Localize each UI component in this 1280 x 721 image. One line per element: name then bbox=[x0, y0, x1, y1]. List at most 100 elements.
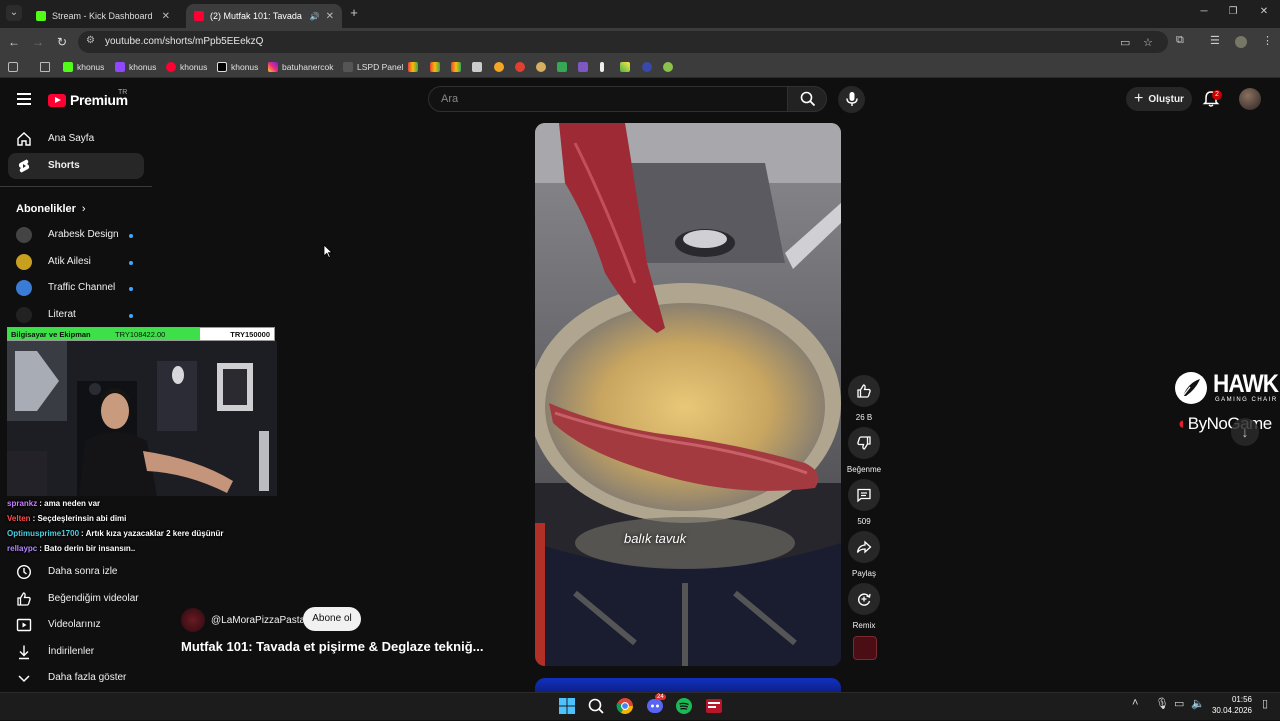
speaker-icon[interactable]: 🔊 bbox=[310, 12, 320, 21]
chat-text: : ama neden var bbox=[39, 499, 101, 508]
chat-message: Velten: Seçdeşlerinsin abi dimi bbox=[7, 514, 126, 523]
menu-kebab-icon[interactable]: ⋮ bbox=[1262, 34, 1273, 47]
sidebar-item-liked-videos[interactable]: Beğendiğim videolar bbox=[8, 586, 144, 612]
start-menu-icon[interactable] bbox=[557, 696, 577, 716]
close-tab-icon[interactable]: ✕ bbox=[326, 11, 334, 22]
gmail-icon[interactable] bbox=[451, 60, 461, 74]
chat-username: rellaypc bbox=[7, 544, 38, 553]
bookmark-icon[interactable] bbox=[515, 60, 525, 74]
volume-icon[interactable]: 🔈 bbox=[1191, 697, 1205, 710]
bookmark-icon[interactable] bbox=[494, 60, 504, 74]
sheets-icon[interactable] bbox=[557, 60, 567, 74]
like-button[interactable]: 26 B bbox=[848, 375, 880, 422]
create-button[interactable]: + Oluştur bbox=[1126, 87, 1192, 111]
gmail-icon[interactable] bbox=[430, 60, 440, 74]
voice-search-button[interactable] bbox=[838, 86, 865, 113]
bookmark-item[interactable]: khonus bbox=[115, 60, 156, 74]
youtube-premium-logo[interactable]: Premium TR bbox=[48, 89, 128, 108]
tab-kick-dashboard[interactable]: Stream - Kick Dashboard ✕ bbox=[28, 4, 178, 28]
clock-icon bbox=[16, 564, 32, 580]
country-code: TR bbox=[118, 89, 128, 96]
cast-icon[interactable]: ▭ bbox=[1120, 36, 1130, 49]
profile-icon[interactable] bbox=[1235, 36, 1247, 48]
subscribe-button[interactable]: Abone ol bbox=[303, 607, 361, 631]
channel-name: Literat bbox=[48, 309, 76, 320]
donation-goal: TRY150000 bbox=[230, 330, 270, 339]
bookmark-item[interactable]: batuhanercok bbox=[268, 60, 334, 74]
tab-title: (2) Mutfak 101: Tavada et p bbox=[210, 11, 304, 21]
dislike-button[interactable]: Beğenme bbox=[847, 427, 881, 474]
search-input[interactable]: Ara bbox=[428, 86, 788, 112]
sidebar-item-label: Daha fazla göster bbox=[48, 672, 127, 683]
remix-button[interactable]: Remix bbox=[848, 583, 880, 630]
back-icon[interactable]: ← bbox=[6, 34, 22, 50]
sidebar-item-watch-later[interactable]: Daha sonra izle bbox=[8, 559, 144, 585]
tab-youtube-short[interactable]: (2) Mutfak 101: Tavada et p 🔊 ✕ bbox=[186, 4, 342, 28]
close-tab-icon[interactable]: ✕ bbox=[162, 11, 170, 22]
obs-like-app-icon[interactable] bbox=[704, 696, 724, 716]
chrome-icon[interactable] bbox=[615, 696, 635, 716]
reload-icon[interactable]: ↻ bbox=[54, 34, 70, 50]
kick-icon bbox=[63, 62, 73, 72]
docs-icon[interactable] bbox=[472, 60, 482, 74]
bookmark-star-icon[interactable]: ☆ bbox=[1143, 36, 1153, 49]
bookmark-icon[interactable] bbox=[578, 60, 588, 74]
minimize-icon[interactable]: ─ bbox=[1192, 6, 1216, 17]
close-window-icon[interactable]: ✕ bbox=[1252, 6, 1276, 17]
subscription-arabesk-design[interactable]: Arabesk Design bbox=[16, 226, 146, 246]
subscription-literat[interactable]: Literat bbox=[16, 306, 146, 326]
next-short-button[interactable]: ↓ bbox=[1231, 418, 1259, 446]
folder-icon[interactable] bbox=[40, 60, 50, 74]
channel-avatar bbox=[181, 608, 205, 632]
short-title[interactable]: Mutfak 101: Tavada et pişirme & Deglaze … bbox=[181, 639, 483, 654]
share-button[interactable]: Paylaş bbox=[848, 531, 880, 578]
sidebar-item-shorts[interactable]: Shorts bbox=[8, 153, 144, 179]
bookmark-item[interactable]: khonus bbox=[217, 60, 258, 74]
bookmark-item[interactable]: LSPD Panel bbox=[343, 60, 403, 74]
sidebar-item-your-videos[interactable]: Videolarınız bbox=[8, 612, 144, 638]
tab-search-icon[interactable]: ⌄ bbox=[6, 5, 22, 21]
show-hidden-icons-icon[interactable]: ˄ bbox=[1132, 697, 1138, 709]
mouse-cursor-icon bbox=[323, 244, 333, 258]
address-bar[interactable]: ⚙ youtube.com/shorts/mPpb5EEekzQ ▭ ☆ bbox=[78, 31, 1168, 53]
spotify-icon[interactable] bbox=[674, 696, 694, 716]
remix-icon bbox=[858, 593, 871, 606]
audio-source-thumbnail[interactable] bbox=[853, 636, 877, 660]
sidebar-item-downloads[interactable]: İndirilenler bbox=[8, 639, 144, 665]
new-tab-button[interactable]: + bbox=[347, 6, 361, 20]
bookmark-icon[interactable] bbox=[600, 60, 604, 74]
bookmark-icon[interactable] bbox=[663, 60, 673, 74]
sidebar-item-show-more[interactable]: Daha fazla göster bbox=[8, 665, 144, 691]
microphone-icon[interactable]: 🎙 bbox=[1155, 697, 1169, 710]
account-avatar[interactable] bbox=[1239, 88, 1261, 110]
notification-center-icon[interactable]: ▯ bbox=[1262, 697, 1268, 710]
network-icon[interactable]: ▭ bbox=[1174, 697, 1184, 710]
bookmark-icon[interactable] bbox=[620, 60, 630, 74]
kick-favicon-icon bbox=[36, 11, 46, 21]
subscriptions-heading[interactable]: Abonelikler › bbox=[16, 203, 86, 215]
search-button[interactable] bbox=[787, 86, 827, 112]
media-control-icon[interactable]: ☰ bbox=[1210, 34, 1220, 47]
youtube-play-icon bbox=[48, 93, 66, 107]
restore-icon[interactable]: ❐ bbox=[1221, 6, 1245, 17]
short-channel-info[interactable]: @LaMoraPizzaPasta bbox=[181, 608, 305, 632]
bookmark-item[interactable]: khonus bbox=[166, 60, 207, 74]
bookmark-item[interactable]: khonus bbox=[63, 60, 104, 74]
short-video-player[interactable] bbox=[535, 123, 841, 666]
system-clock[interactable]: 01:56 30.04.2026 bbox=[1206, 694, 1252, 716]
subscription-atik-ailesi[interactable]: Atik Ailesi bbox=[16, 253, 146, 273]
extensions-icon[interactable]: ⧉ bbox=[1176, 34, 1184, 47]
streamer-webcam bbox=[7, 341, 277, 496]
apps-icon[interactable] bbox=[8, 60, 18, 74]
discord-icon[interactable]: 24 bbox=[645, 694, 666, 716]
forward-icon[interactable]: → bbox=[30, 34, 46, 50]
search-icon[interactable] bbox=[586, 696, 606, 716]
sidebar-item-home[interactable]: Ana Sayfa bbox=[8, 126, 144, 152]
subscription-traffic-channel[interactable]: Traffic Channel bbox=[16, 279, 146, 299]
bookmark-icon[interactable] bbox=[642, 60, 652, 74]
bookmark-icon[interactable] bbox=[536, 60, 546, 74]
gmail-icon[interactable] bbox=[408, 60, 418, 74]
site-info-icon[interactable]: ⚙ bbox=[86, 35, 95, 46]
menu-icon[interactable] bbox=[17, 93, 31, 105]
comments-button[interactable]: 509 bbox=[848, 479, 880, 526]
